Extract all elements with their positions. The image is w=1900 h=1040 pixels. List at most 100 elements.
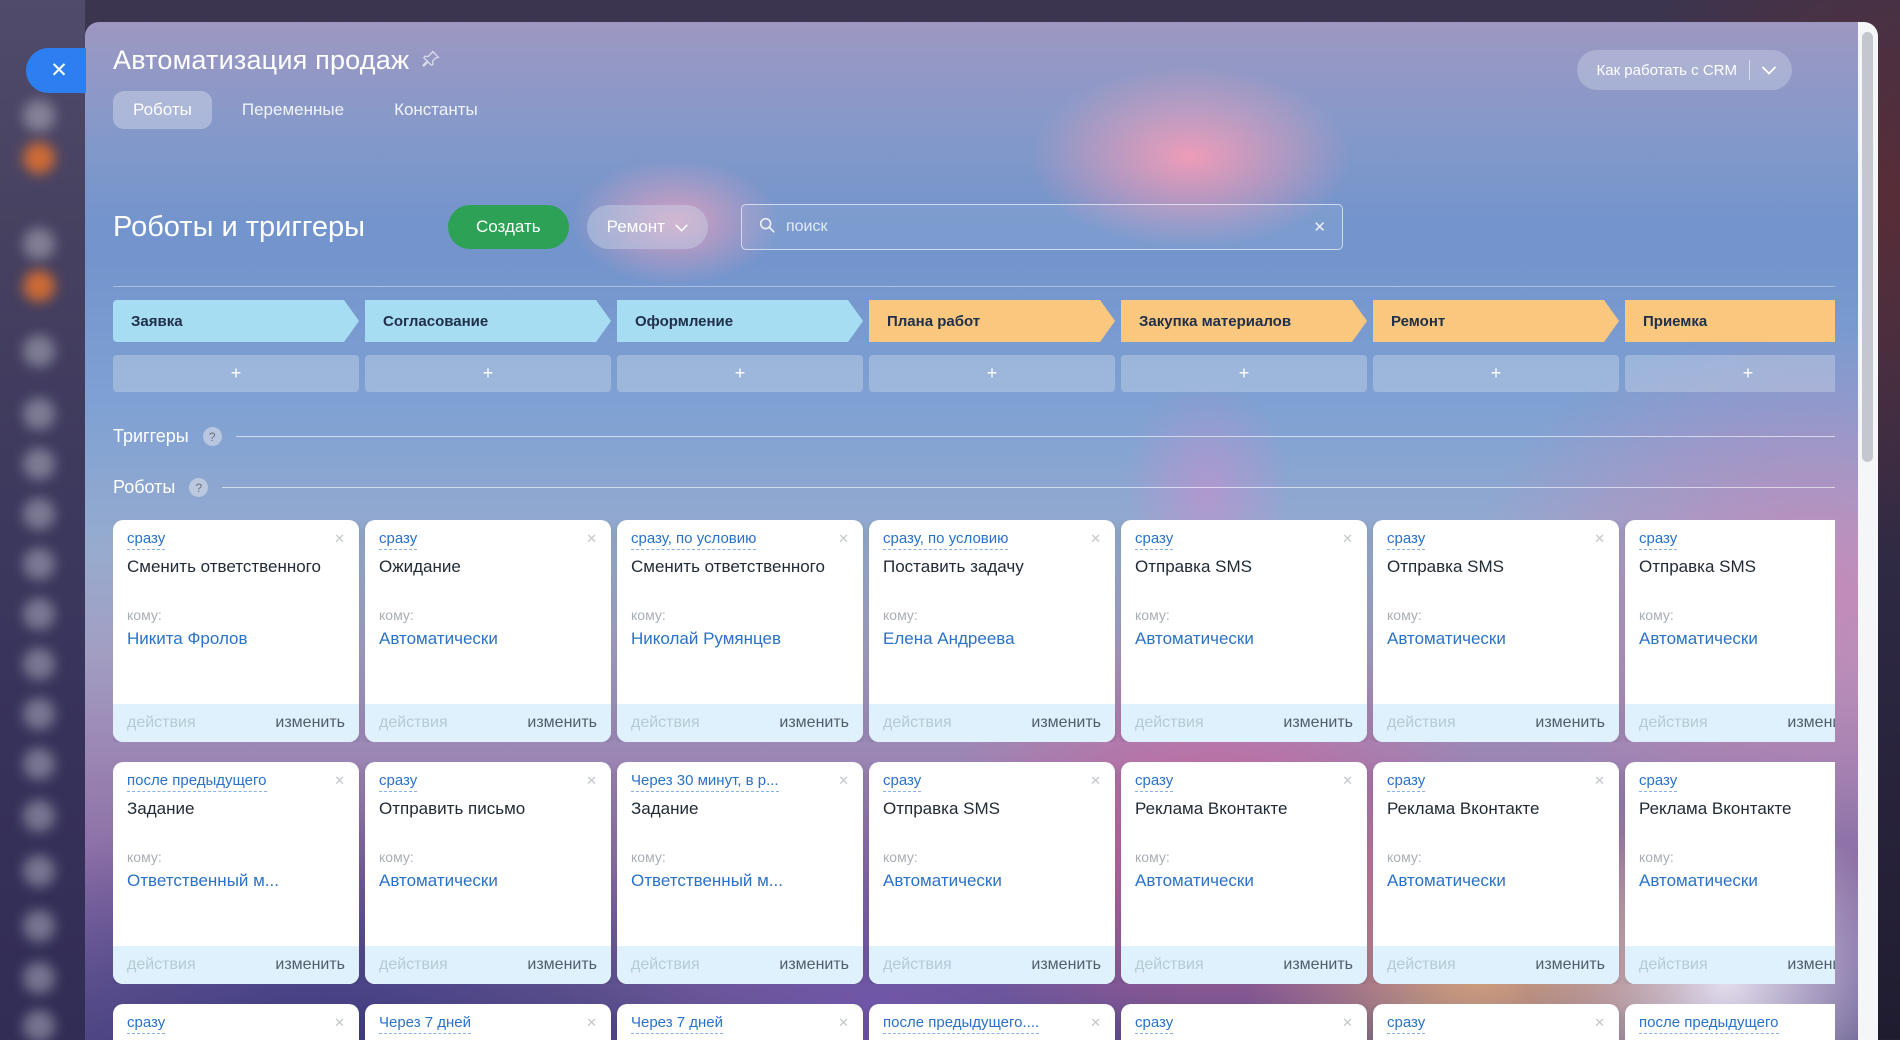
- how-to-work-with-crm-button[interactable]: Как работать с CRM: [1577, 50, 1793, 90]
- close-icon[interactable]: ✕: [586, 1014, 597, 1029]
- robot-trigger-link[interactable]: сразу: [1639, 530, 1677, 550]
- robot-trigger-link[interactable]: сразу: [379, 530, 417, 550]
- close-icon[interactable]: ✕: [1090, 1014, 1101, 1029]
- robot-trigger-link[interactable]: сразу: [1387, 1014, 1425, 1034]
- robot-edit-link[interactable]: изменить: [527, 714, 597, 732]
- robot-edit-link[interactable]: изменить: [1283, 714, 1353, 732]
- robot-edit-link[interactable]: изменить: [527, 956, 597, 974]
- search-input[interactable]: [786, 218, 1303, 236]
- robot-edit-link[interactable]: изменить: [1787, 956, 1835, 974]
- robot-trigger-link[interactable]: Через 7 дней: [379, 1014, 471, 1034]
- add-robot-button[interactable]: +: [365, 355, 611, 392]
- robot-actions-link[interactable]: действия: [631, 714, 700, 732]
- robot-assignee-link[interactable]: Автоматически: [1387, 629, 1605, 649]
- robot-edit-link[interactable]: изменить: [275, 714, 345, 732]
- robot-actions-link[interactable]: действия: [127, 714, 196, 732]
- robot-actions-link[interactable]: действия: [1639, 714, 1708, 732]
- stage-priemka[interactable]: Приемка: [1625, 300, 1835, 342]
- robot-edit-link[interactable]: изменить: [1283, 956, 1353, 974]
- close-icon[interactable]: ✕: [838, 1014, 849, 1029]
- tab-variables[interactable]: Переменные: [222, 91, 364, 129]
- stage-zakupka-materialov[interactable]: Закупка материалов: [1121, 300, 1367, 342]
- robot-trigger-link[interactable]: после предыдущего: [1639, 1014, 1779, 1034]
- robot-assignee-link[interactable]: Автоматически: [1639, 629, 1835, 649]
- help-question-icon[interactable]: ?: [203, 427, 222, 446]
- robot-actions-link[interactable]: действия: [1387, 714, 1456, 732]
- robot-edit-link[interactable]: изменить: [1787, 714, 1835, 732]
- robot-assignee-link[interactable]: Ответственный м...: [127, 871, 345, 891]
- close-icon[interactable]: ✕: [838, 772, 849, 787]
- add-robot-button[interactable]: +: [869, 355, 1115, 392]
- close-icon[interactable]: ✕: [586, 530, 597, 545]
- robot-actions-link[interactable]: действия: [379, 714, 448, 732]
- robot-trigger-link[interactable]: сразу, по условию: [883, 530, 1008, 550]
- robot-edit-link[interactable]: изменить: [779, 714, 849, 732]
- stage-soglasovanie[interactable]: Согласование: [365, 300, 611, 342]
- stage-remont[interactable]: Ремонт: [1373, 300, 1619, 342]
- robot-edit-link[interactable]: изменить: [779, 956, 849, 974]
- robot-assignee-link[interactable]: Автоматически: [1135, 629, 1353, 649]
- close-icon[interactable]: ✕: [334, 530, 345, 545]
- add-robot-button[interactable]: +: [1121, 355, 1367, 392]
- close-icon[interactable]: ✕: [1342, 530, 1353, 545]
- robot-assignee-link[interactable]: Автоматически: [1387, 871, 1605, 891]
- robot-trigger-link[interactable]: сразу: [379, 772, 417, 792]
- close-icon[interactable]: ✕: [334, 1014, 345, 1029]
- robot-assignee-link[interactable]: Автоматически: [883, 871, 1101, 891]
- close-icon[interactable]: ✕: [1342, 1014, 1353, 1029]
- robot-trigger-link[interactable]: Через 7 дней: [631, 1014, 723, 1034]
- stage-filter-dropdown[interactable]: Ремонт: [587, 205, 708, 249]
- stage-plana-rabot[interactable]: Плана работ: [869, 300, 1115, 342]
- pin-icon[interactable]: [421, 49, 441, 74]
- close-icon[interactable]: ✕: [586, 772, 597, 787]
- robot-actions-link[interactable]: действия: [1135, 714, 1204, 732]
- close-icon[interactable]: ✕: [1594, 1014, 1605, 1029]
- robot-actions-link[interactable]: действия: [127, 956, 196, 974]
- close-icon[interactable]: ✕: [1594, 530, 1605, 545]
- robot-trigger-link[interactable]: сразу: [1135, 530, 1173, 550]
- robot-assignee-link[interactable]: Автоматически: [379, 871, 597, 891]
- robot-trigger-link[interactable]: Через 30 минут, в р...: [631, 772, 779, 792]
- robot-assignee-link[interactable]: Автоматически: [379, 629, 597, 649]
- robot-trigger-link[interactable]: сразу: [127, 1014, 165, 1034]
- robot-assignee-link[interactable]: Никита Фролов: [127, 629, 345, 649]
- robot-assignee-link[interactable]: Елена Андреева: [883, 629, 1101, 649]
- robot-assignee-link[interactable]: Автоматически: [1639, 871, 1835, 891]
- robot-assignee-link[interactable]: Ответственный м...: [631, 871, 849, 891]
- robot-actions-link[interactable]: действия: [379, 956, 448, 974]
- add-robot-button[interactable]: +: [1625, 355, 1835, 392]
- robot-trigger-link[interactable]: сразу: [1135, 1014, 1173, 1034]
- scrollbar-track[interactable]: [1858, 22, 1878, 1040]
- robot-actions-link[interactable]: действия: [1135, 956, 1204, 974]
- robot-edit-link[interactable]: изменить: [1031, 714, 1101, 732]
- close-icon[interactable]: ✕: [334, 772, 345, 787]
- stage-oformlenie[interactable]: Оформление: [617, 300, 863, 342]
- scrollbar-thumb[interactable]: [1862, 32, 1873, 462]
- robot-trigger-link[interactable]: сразу: [1135, 772, 1173, 792]
- close-icon[interactable]: ✕: [1594, 772, 1605, 787]
- create-button[interactable]: Создать: [448, 205, 569, 249]
- robot-edit-link[interactable]: изменить: [1535, 956, 1605, 974]
- add-robot-button[interactable]: +: [1373, 355, 1619, 392]
- robot-assignee-link[interactable]: Николай Румянцев: [631, 629, 849, 649]
- robot-edit-link[interactable]: изменить: [1031, 956, 1101, 974]
- robot-edit-link[interactable]: изменить: [275, 956, 345, 974]
- close-icon[interactable]: ✕: [1090, 772, 1101, 787]
- robot-trigger-link[interactable]: после предыдущего....: [883, 1014, 1039, 1034]
- robot-trigger-link[interactable]: сразу: [127, 530, 165, 550]
- robot-actions-link[interactable]: действия: [631, 956, 700, 974]
- help-question-icon[interactable]: ?: [189, 478, 208, 497]
- close-icon[interactable]: ✕: [838, 530, 849, 545]
- search-clear-icon[interactable]: ✕: [1313, 218, 1326, 236]
- robot-trigger-link[interactable]: сразу, по условию: [631, 530, 756, 550]
- robot-assignee-link[interactable]: Автоматически: [1135, 871, 1353, 891]
- robot-edit-link[interactable]: изменить: [1535, 714, 1605, 732]
- robot-actions-link[interactable]: действия: [1387, 956, 1456, 974]
- robot-actions-link[interactable]: действия: [883, 714, 952, 732]
- robot-trigger-link[interactable]: сразу: [883, 772, 921, 792]
- close-icon[interactable]: ✕: [1342, 772, 1353, 787]
- robot-actions-link[interactable]: действия: [883, 956, 952, 974]
- tab-robots[interactable]: Роботы: [113, 91, 212, 129]
- robot-trigger-link[interactable]: сразу: [1639, 772, 1677, 792]
- close-icon[interactable]: ✕: [1090, 530, 1101, 545]
